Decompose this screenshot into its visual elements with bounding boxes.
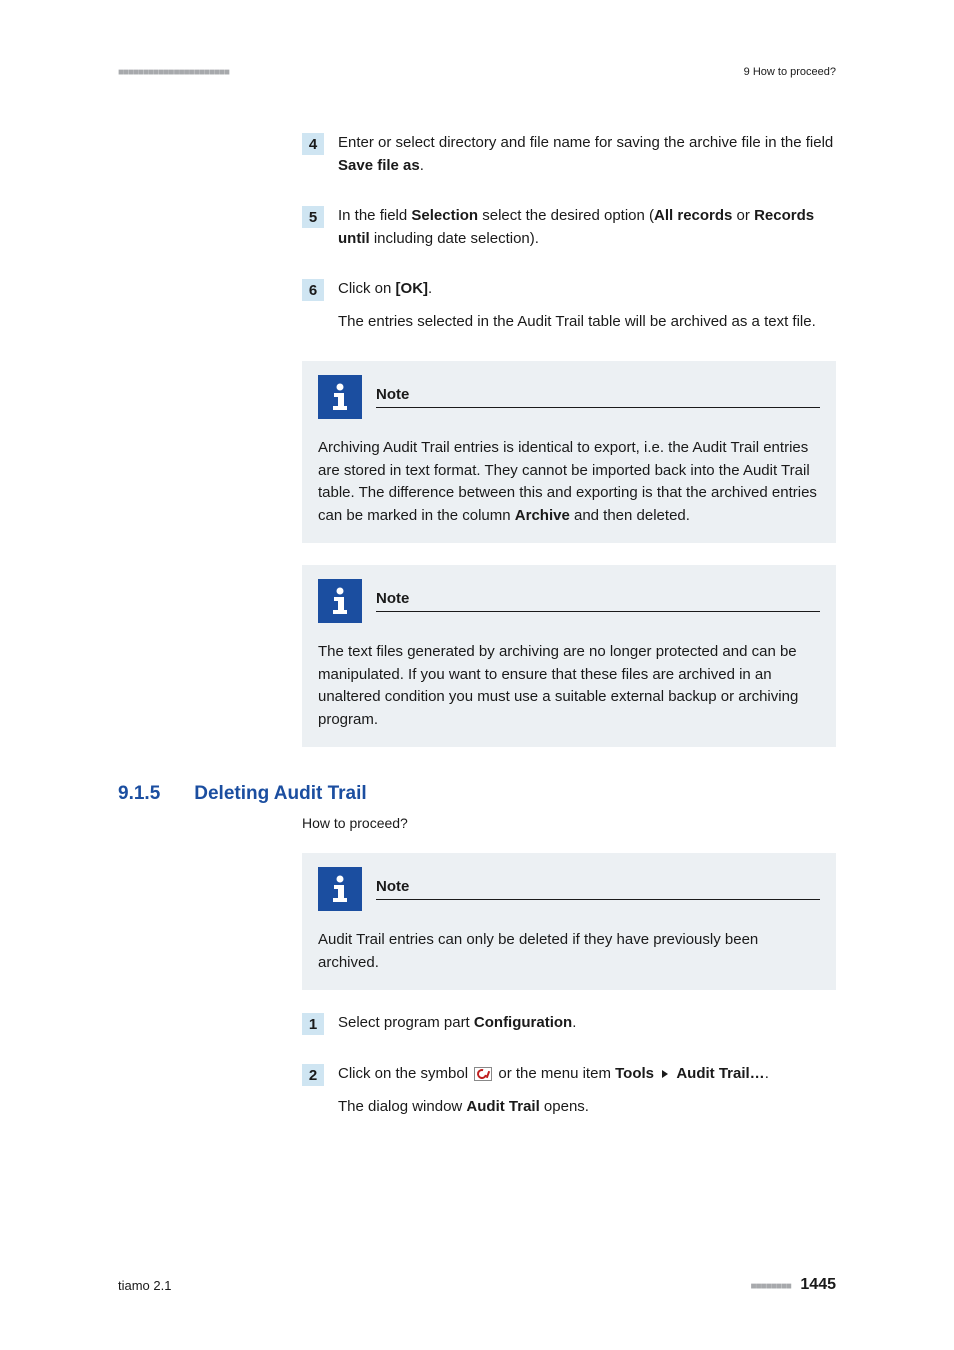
note-text: Audit Trail entries can only be deleted … [318, 929, 820, 974]
step-paragraph: Click on the symbol or the menu item Too… [338, 1063, 836, 1086]
step-body: Click on [OK]. The entries selected in th… [338, 278, 836, 333]
note-header: Note [318, 867, 820, 911]
text: . [765, 1065, 769, 1082]
step-paragraph: Enter or select directory and file name … [338, 132, 836, 177]
text: Select program part [338, 1014, 474, 1031]
text: The text files generated by archiving ar… [318, 643, 798, 728]
note-box: Note The text files generated by archivin… [302, 565, 836, 747]
text: In the field [338, 207, 411, 224]
text: . [572, 1014, 576, 1031]
header-dots: ■■■■■■■■■■■■■■■■■■■■■■ [118, 67, 229, 78]
step-body: Enter or select directory and file name … [338, 132, 836, 177]
note-title-row: Note [376, 878, 820, 900]
step-number: 5 [302, 206, 324, 228]
note-text: Archiving Audit Trail entries is identic… [318, 437, 820, 527]
step-paragraph: The dialog window Audit Trail opens. [338, 1096, 836, 1119]
bold-text: Tools [615, 1065, 654, 1082]
note-rule [376, 611, 820, 612]
page-footer: tiamo 2.1 ■■■■■■■■ 1445 [118, 1276, 836, 1294]
procedure-step: 1 Select program part Configuration. [302, 1012, 836, 1035]
footer-product: tiamo 2.1 [118, 1278, 171, 1293]
info-icon [318, 867, 362, 911]
section-number: 9.1.5 [118, 783, 160, 805]
note-box: Note Archiving Audit Trail entries is ide… [302, 361, 836, 543]
text: Enter or select directory and file name … [338, 134, 833, 151]
note-title: Note [376, 878, 820, 895]
text: The dialog window [338, 1098, 466, 1115]
note-header: Note [318, 375, 820, 419]
section-title: Deleting Audit Trail [194, 783, 366, 805]
footer-dots: ■■■■■■■■ [750, 1281, 790, 1292]
step-body: Click on the symbol or the menu item Too… [338, 1063, 836, 1118]
note-rule [376, 407, 820, 408]
step-number: 4 [302, 133, 324, 155]
bold-text: All records [654, 207, 732, 224]
step-body: In the field Selection select the desire… [338, 205, 836, 250]
bold-text: Configuration [474, 1014, 572, 1031]
note-title: Note [376, 590, 820, 607]
bold-text: Selection [411, 207, 478, 224]
step-paragraph: Select program part Configuration. [338, 1012, 836, 1035]
text: Audit Trail entries can only be deleted … [318, 931, 758, 971]
text: . [428, 280, 432, 297]
how-to-proceed-label: How to proceed? [302, 815, 836, 831]
step-paragraph: Click on [OK]. [338, 278, 836, 301]
step-paragraph: In the field Selection select the desire… [338, 205, 836, 250]
step-number: 1 [302, 1013, 324, 1035]
text: Click on [338, 280, 396, 297]
step-body: Select program part Configuration. [338, 1012, 836, 1035]
bold-text: Archive [515, 507, 570, 524]
text: Click on the symbol [338, 1065, 472, 1082]
menu-arrow-icon [662, 1070, 668, 1078]
text: or [732, 207, 754, 224]
note-title-row: Note [376, 386, 820, 408]
text: select the desired option ( [478, 207, 654, 224]
text: opens. [540, 1098, 589, 1115]
step-number: 2 [302, 1064, 324, 1086]
note-box: Note Audit Trail entries can only be dele… [302, 853, 836, 990]
text: The entries selected in the Audit Trail … [338, 313, 816, 330]
bold-text: Audit Trail… [676, 1065, 764, 1082]
step-number: 6 [302, 279, 324, 301]
footer-page-number: 1445 [800, 1276, 836, 1293]
procedure-step: 2 Click on the symbol or the menu item To… [302, 1063, 836, 1118]
note-rule [376, 899, 820, 900]
note-header: Note [318, 579, 820, 623]
note-text: The text files generated by archiving ar… [318, 641, 820, 731]
header-chapter: 9 How to proceed? [744, 66, 836, 78]
text: and then deleted. [570, 507, 690, 524]
text: or the menu item [494, 1065, 615, 1082]
audit-trail-symbol-icon [474, 1067, 492, 1081]
section-heading: 9.1.5 Deleting Audit Trail [118, 783, 836, 805]
info-icon [318, 579, 362, 623]
text [654, 1065, 658, 1082]
info-icon [318, 375, 362, 419]
text: . [420, 157, 424, 174]
note-title-row: Note [376, 590, 820, 612]
page-header: ■■■■■■■■■■■■■■■■■■■■■■ 9 How to proceed? [118, 66, 836, 78]
procedure-step: 6 Click on [OK]. The entries selected in t… [302, 278, 836, 333]
bold-text: Save file as [338, 157, 420, 174]
text: including date selection). [370, 230, 539, 247]
step-paragraph: The entries selected in the Audit Trail … [338, 311, 836, 334]
bold-text: [OK] [396, 280, 429, 297]
note-title: Note [376, 386, 820, 403]
procedure-step: 5 In the field Selection select the desir… [302, 205, 836, 250]
bold-text: Audit Trail [466, 1098, 539, 1115]
procedure-step: 4 Enter or select directory and file name… [302, 132, 836, 177]
